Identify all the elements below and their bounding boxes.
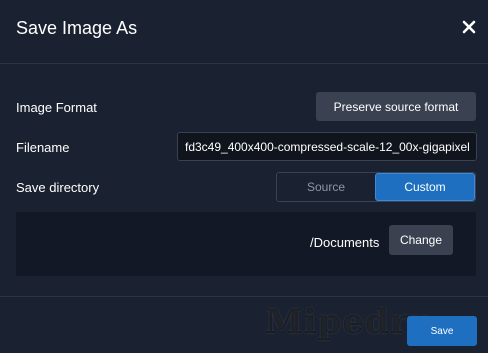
dialog-header: Save Image As bbox=[0, 0, 488, 64]
save-directory-toggle: Source Custom bbox=[276, 172, 476, 202]
filename-input[interactable] bbox=[177, 132, 477, 161]
save-directory-label: Save directory bbox=[16, 180, 100, 195]
source-option[interactable]: Source bbox=[277, 173, 375, 201]
filename-label: Filename bbox=[16, 140, 70, 155]
custom-option[interactable]: Custom bbox=[375, 173, 475, 201]
preserve-source-format-button[interactable]: Preserve source format bbox=[316, 92, 476, 121]
directory-path: /Documents bbox=[310, 235, 380, 250]
dialog-title: Save Image As bbox=[16, 18, 138, 38]
footer-divider bbox=[0, 296, 488, 297]
save-image-dialog: Save Image As Image Format Preserve sour… bbox=[0, 0, 488, 353]
change-directory-button[interactable]: Change bbox=[389, 225, 453, 255]
close-icon[interactable] bbox=[462, 20, 476, 34]
save-button[interactable]: Save bbox=[407, 316, 477, 346]
image-format-label: Image Format bbox=[16, 100, 97, 115]
